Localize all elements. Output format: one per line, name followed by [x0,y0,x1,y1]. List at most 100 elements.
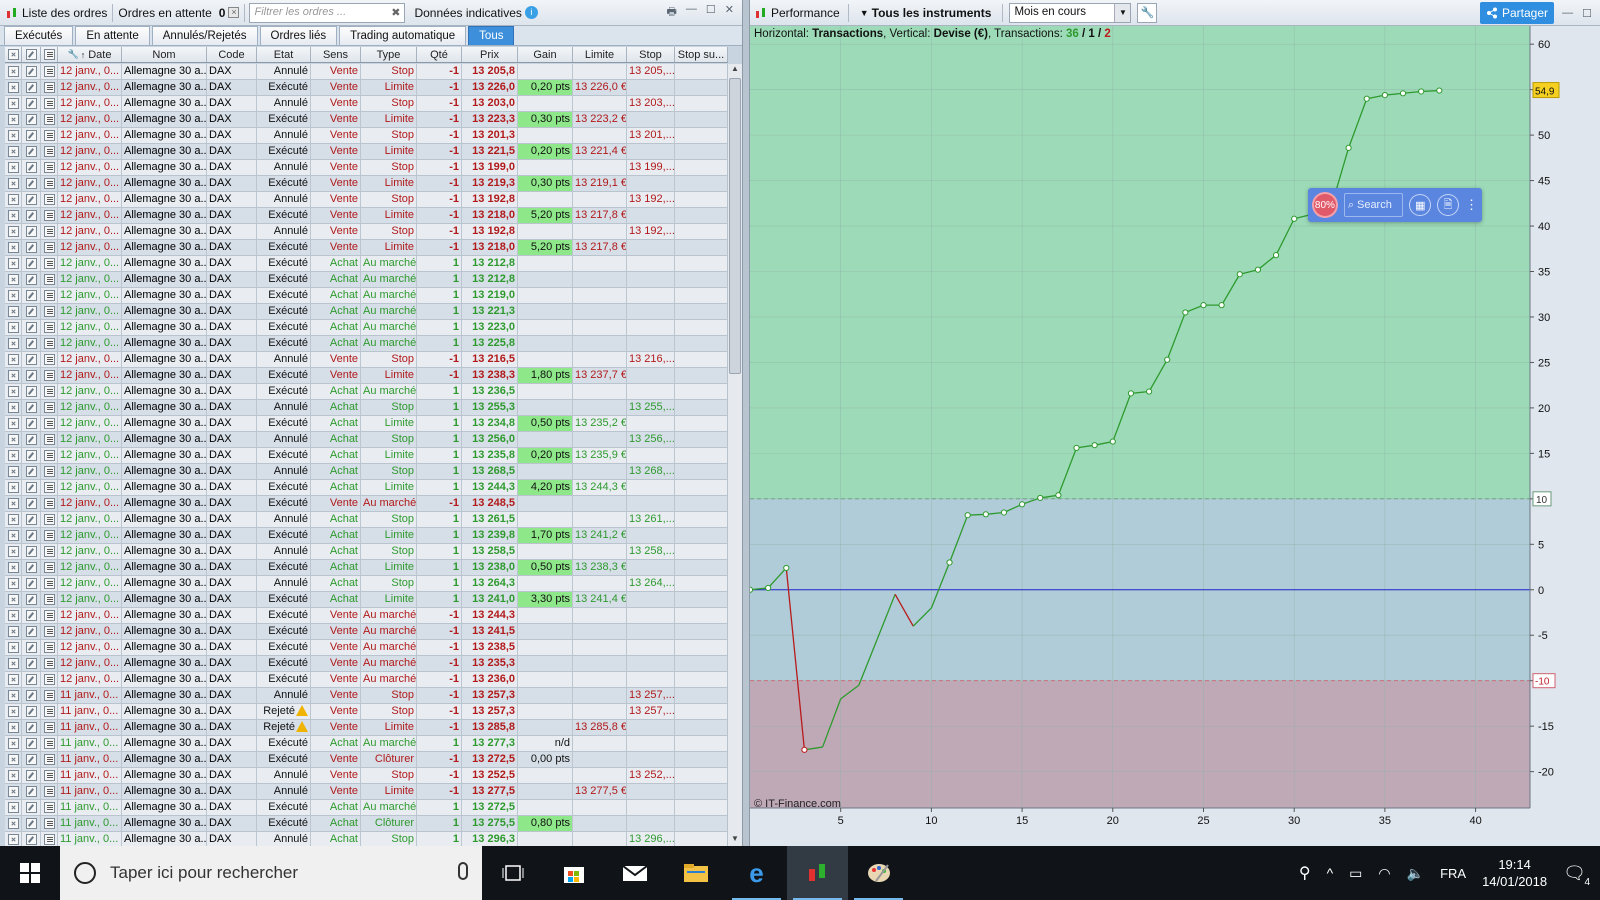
cancel-order-icon[interactable] [5,80,22,95]
order-row[interactable]: 12 janv., 0... Allemagne 30 a... DAX Exécut… [5,80,728,96]
order-row[interactable]: 12 janv., 0... Allemagne 30 a... DAX Exécut… [5,560,728,576]
order-row[interactable]: 12 janv., 0... Allemagne 30 a... DAX Exécut… [5,288,728,304]
tab-executed[interactable]: Exécutés [4,26,74,45]
order-row[interactable]: 12 janv., 0... Allemagne 30 a... DAX Annulé… [5,160,728,176]
edit-order-icon[interactable] [22,288,41,303]
cancel-order-icon[interactable] [5,768,22,783]
tab-automatic-trading[interactable]: Trading automatique [339,26,467,45]
edit-order-icon[interactable] [22,752,41,767]
cancel-order-icon[interactable] [5,832,22,846]
notifications-button[interactable]: 🗨 4 [1563,863,1592,888]
cancel-order-icon[interactable] [5,800,22,815]
cancel-order-icon[interactable] [5,736,22,751]
order-row[interactable]: 11 janv., 0... Allemagne 30 a... DAX Annulé… [5,768,728,784]
column-trailing-stop[interactable]: Stop su... [675,47,728,62]
task-view-button[interactable] [482,846,543,900]
order-row[interactable]: 12 janv., 0... Allemagne 30 a... DAX Exécut… [5,416,728,432]
people-icon[interactable]: ⚲ [1299,863,1311,883]
mail-app[interactable] [604,846,665,900]
filter-orders-input[interactable]: Filtrer les ordres ... ✖ [249,2,406,23]
column-state[interactable]: Etat [257,47,311,62]
edit-order-icon[interactable] [22,416,41,431]
order-details-icon[interactable] [41,176,58,191]
order-row[interactable]: 12 janv., 0... Allemagne 30 a... DAX Exécut… [5,256,728,272]
edit-order-icon[interactable] [22,736,41,751]
edit-order-icon[interactable] [22,784,41,799]
cancel-order-icon[interactable] [5,400,22,415]
order-details-icon[interactable] [41,640,58,655]
details-all-icon[interactable] [41,47,58,62]
minimize-icon[interactable]: — [1562,7,1573,20]
order-details-icon[interactable] [41,624,58,639]
column-name[interactable]: Nom [122,47,207,62]
edit-order-icon[interactable] [22,448,41,463]
column-type[interactable]: Type [361,47,417,62]
order-row[interactable]: 11 janv., 0... Allemagne 30 a... DAX Exécut… [5,816,728,832]
edit-order-icon[interactable] [22,688,41,703]
close-pending-icon[interactable]: × [228,7,240,18]
cancel-order-icon[interactable] [5,496,22,511]
more-options-icon[interactable]: ⋮ [1465,197,1478,213]
cancel-order-icon[interactable] [5,112,22,127]
chevron-up-icon[interactable]: ^ [1327,865,1334,881]
order-details-icon[interactable] [41,752,58,767]
cancel-order-icon[interactable] [5,672,22,687]
order-details-icon[interactable] [41,592,58,607]
cancel-order-icon[interactable] [5,240,22,255]
order-details-icon[interactable] [41,672,58,687]
overlay-search-button[interactable]: ⌕ Search [1343,193,1404,217]
column-direction[interactable]: Sens [311,47,361,62]
order-row[interactable]: 12 janv., 0... Allemagne 30 a... DAX Annulé… [5,544,728,560]
order-details-icon[interactable] [41,432,58,447]
edit-order-icon[interactable] [22,496,41,511]
edit-order-icon[interactable] [22,560,41,575]
order-row[interactable]: 12 janv., 0... Allemagne 30 a... DAX Annulé… [5,64,728,80]
cancel-order-icon[interactable] [5,720,22,735]
order-row[interactable]: 11 janv., 0... Allemagne 30 a... DAX Annulé… [5,784,728,800]
order-row[interactable]: 12 janv., 0... Allemagne 30 a... DAX Exécut… [5,448,728,464]
tab-pending[interactable]: En attente [75,26,150,45]
order-details-icon[interactable] [41,304,58,319]
cancel-all-icon[interactable] [5,47,22,62]
edit-order-icon[interactable] [22,336,41,351]
order-row[interactable]: 12 janv., 0... Allemagne 30 a... DAX Exécut… [5,240,728,256]
order-row[interactable]: 12 janv., 0... Allemagne 30 a... DAX Exécut… [5,672,728,688]
order-details-icon[interactable] [41,144,58,159]
column-price[interactable]: Prix [462,47,518,62]
order-row[interactable]: 11 janv., 0... Allemagne 30 a... DAX Rejeté… [5,704,728,720]
scroll-down-icon[interactable]: ▼ [728,834,742,846]
edit-order-icon[interactable] [22,272,41,287]
order-details-icon[interactable] [41,576,58,591]
edit-order-icon[interactable] [22,64,41,79]
column-limit[interactable]: Limite [573,47,627,62]
edit-order-icon[interactable] [22,624,41,639]
order-row[interactable]: 12 janv., 0... Allemagne 30 a... DAX Exécut… [5,624,728,640]
cancel-order-icon[interactable] [5,128,22,143]
edit-order-icon[interactable] [22,816,41,831]
cancel-order-icon[interactable] [5,416,22,431]
edit-order-icon[interactable] [22,480,41,495]
order-details-icon[interactable] [41,352,58,367]
order-row[interactable]: 12 janv., 0... Allemagne 30 a... DAX Exécut… [5,656,728,672]
period-select[interactable]: Mois en cours ▼ [1009,2,1132,23]
order-details-icon[interactable] [41,416,58,431]
tab-all[interactable]: Tous [468,26,515,45]
instruments-dropdown[interactable]: ▼ Tous les instruments [855,6,997,20]
cancel-order-icon[interactable] [5,608,22,623]
column-code[interactable]: Code [207,47,257,62]
edit-order-icon[interactable] [22,368,41,383]
clear-filter-icon[interactable]: ✖ [391,6,400,19]
edit-order-icon[interactable] [22,544,41,559]
order-details-icon[interactable] [41,464,58,479]
cancel-order-icon[interactable] [5,784,22,799]
edit-order-icon[interactable] [22,160,41,175]
cancel-order-icon[interactable] [5,704,22,719]
share-button[interactable]: Partager [1479,2,1554,24]
order-details-icon[interactable] [41,256,58,271]
order-row[interactable]: 12 janv., 0... Allemagne 30 a... DAX Exécut… [5,336,728,352]
edge-app[interactable]: e [726,846,787,900]
order-row[interactable]: 12 janv., 0... Allemagne 30 a... DAX Annulé… [5,576,728,592]
tab-linked-orders[interactable]: Ordres liés [259,26,338,45]
order-details-icon[interactable] [41,512,58,527]
edit-order-icon[interactable] [22,528,41,543]
